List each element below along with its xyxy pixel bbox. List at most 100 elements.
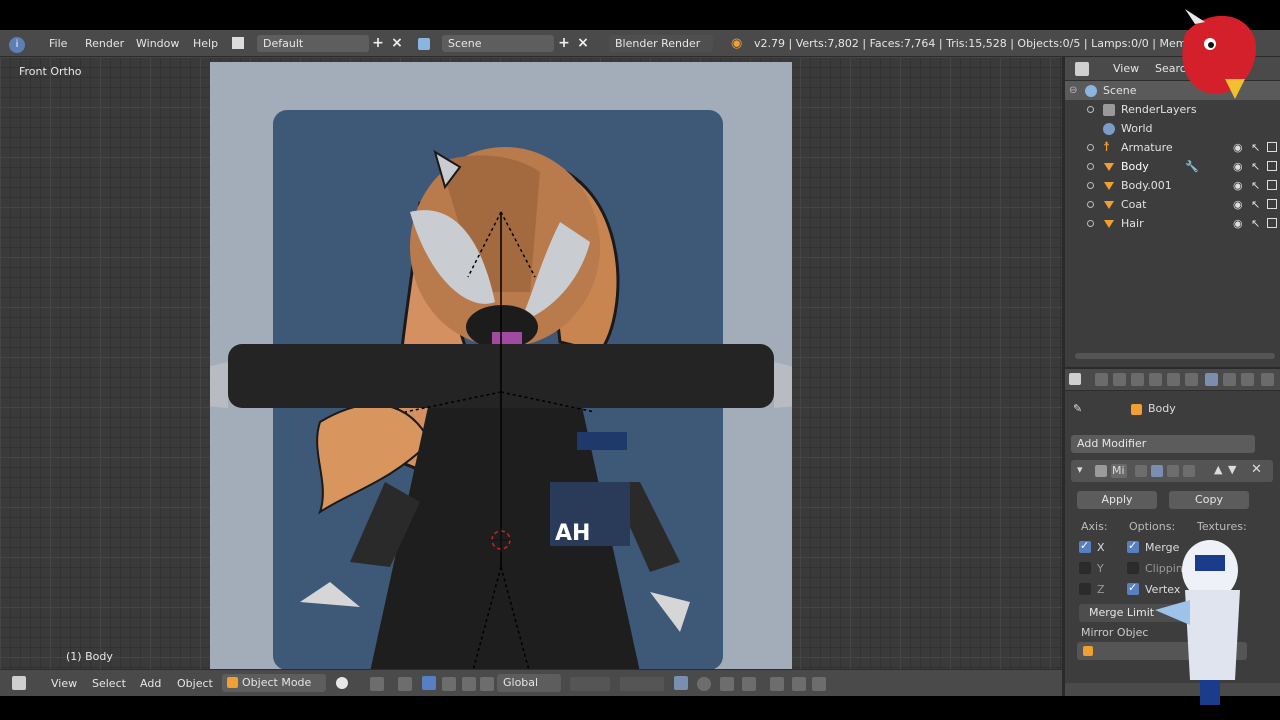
menu-add[interactable]: Add (140, 670, 161, 697)
render-icon[interactable] (1267, 161, 1277, 171)
visibility-eye-icon[interactable]: ◉ (1233, 176, 1243, 195)
outliner-item-coat[interactable]: Coat ◉ ↖ (1065, 195, 1280, 214)
layers-grid-icon[interactable] (570, 677, 610, 691)
transform-icon[interactable] (480, 677, 494, 691)
opengl-render-icon[interactable] (812, 677, 826, 691)
axis-z-checkbox[interactable] (1079, 583, 1091, 595)
close-layout-icon[interactable]: × (390, 36, 404, 50)
move-down-icon[interactable]: ▼ (1228, 463, 1236, 476)
orientation-select[interactable]: Global (497, 674, 561, 692)
expand-icon[interactable] (1087, 201, 1094, 208)
snap-icon[interactable] (720, 677, 734, 691)
modifiers-tab-icon[interactable] (1205, 373, 1218, 386)
apply-button[interactable]: Apply (1077, 491, 1157, 509)
outliner-item-hair[interactable]: Hair ◉ ↖ (1065, 214, 1280, 233)
outliner-label: Armature (1121, 141, 1173, 154)
render-still-icon[interactable] (770, 677, 784, 691)
scene-icon[interactable] (418, 38, 430, 50)
translate-icon[interactable] (422, 676, 436, 690)
collapse-icon[interactable]: ⊖ (1069, 81, 1077, 100)
scene-field[interactable]: Scene (442, 35, 554, 52)
render-icon[interactable] (1267, 218, 1277, 228)
render-icon[interactable] (1267, 199, 1277, 209)
outliner-item-body-001[interactable]: Body.001 ◉ ↖ (1065, 176, 1280, 195)
expand-icon[interactable] (1087, 163, 1094, 170)
proportional-edit-icon[interactable] (697, 677, 711, 691)
manipulator-icon[interactable] (398, 677, 412, 691)
remove-modifier-icon[interactable]: ✕ (1251, 462, 1262, 477)
outliner-editor-icon[interactable] (1075, 62, 1089, 76)
viewport-shading-icon[interactable] (336, 677, 348, 689)
screen-layout-field[interactable]: Default (257, 35, 369, 52)
expand-icon[interactable] (1087, 220, 1094, 227)
rotate-icon[interactable] (442, 677, 456, 691)
layers-tab-icon[interactable] (1113, 373, 1126, 386)
outliner-item-armature[interactable]: ☨ Armature ◉ ↖ (1065, 138, 1280, 157)
scene-tab-icon[interactable] (1131, 373, 1144, 386)
visibility-eye-icon[interactable]: ◉ (1233, 195, 1243, 214)
render-toggle-icon[interactable] (1167, 465, 1179, 477)
menu-render[interactable]: Render (85, 30, 124, 57)
screen-layout-icon[interactable] (232, 37, 244, 49)
world-tab-icon[interactable] (1149, 373, 1162, 386)
3d-viewport[interactable]: AH Front Ortho (1) Body (0, 57, 1062, 669)
edit-mode-toggle-icon[interactable] (1135, 465, 1147, 477)
visibility-eye-icon[interactable]: ◉ (1233, 214, 1243, 233)
viewport-toggle-icon[interactable] (1151, 465, 1163, 477)
render-icon[interactable] (1267, 180, 1277, 190)
texture-tab-icon[interactable] (1261, 373, 1274, 386)
info-editor-icon[interactable]: i (9, 30, 25, 57)
pivot-point-icon[interactable] (370, 677, 384, 691)
axis-y-checkbox[interactable] (1079, 562, 1091, 574)
outliner-view-menu[interactable]: View (1113, 57, 1139, 81)
copy-button[interactable]: Copy (1169, 491, 1249, 509)
render-icon[interactable] (1267, 142, 1277, 152)
cage-toggle-icon[interactable] (1183, 465, 1195, 477)
lock-camera-icon[interactable] (674, 676, 688, 690)
menu-object[interactable]: Object (177, 670, 213, 697)
move-up-icon[interactable]: ▲ (1214, 463, 1222, 476)
outliner-item-body[interactable]: Body 🔧 ◉ ↖ (1065, 157, 1280, 176)
scale-icon[interactable] (462, 677, 476, 691)
collapse-arrow-icon[interactable]: ▾ (1077, 463, 1083, 476)
modifier-name-field[interactable]: Mi (1111, 464, 1127, 478)
select-arrow-icon[interactable]: ↖ (1251, 157, 1260, 176)
add-modifier-select[interactable]: Add Modifier (1071, 435, 1255, 453)
render-tab-icon[interactable] (1095, 373, 1108, 386)
select-arrow-icon[interactable]: ↖ (1251, 138, 1260, 157)
select-arrow-icon[interactable]: ↖ (1251, 195, 1260, 214)
expand-icon[interactable] (1087, 106, 1094, 113)
select-arrow-icon[interactable]: ↖ (1251, 214, 1260, 233)
clipping-checkbox[interactable] (1127, 562, 1139, 574)
editor-type-icon[interactable] (12, 676, 26, 690)
material-tab-icon[interactable] (1241, 373, 1254, 386)
data-tab-icon[interactable] (1223, 373, 1236, 386)
menu-select[interactable]: Select (92, 670, 126, 697)
snap-target-icon[interactable] (742, 677, 756, 691)
object-tab-icon[interactable] (1167, 373, 1180, 386)
render-engine-select[interactable]: Blender Render (609, 35, 713, 52)
axis-z-label: Z (1097, 583, 1105, 596)
outliner-item-world[interactable]: World (1065, 119, 1280, 138)
menu-window[interactable]: Window (136, 30, 179, 57)
add-scene-icon[interactable]: + (557, 36, 571, 50)
render-anim-icon[interactable] (792, 677, 806, 691)
vertex-groups-checkbox[interactable] (1127, 581, 1139, 595)
visibility-eye-icon[interactable]: ◉ (1233, 138, 1243, 157)
properties-editor-icon[interactable] (1069, 373, 1081, 385)
visibility-eye-icon[interactable]: ◉ (1233, 157, 1243, 176)
select-arrow-icon[interactable]: ↖ (1251, 176, 1260, 195)
expand-icon[interactable] (1087, 144, 1094, 151)
expand-icon[interactable] (1087, 182, 1094, 189)
add-layout-icon[interactable]: + (371, 36, 385, 50)
menu-help[interactable]: Help (193, 30, 218, 57)
outliner-scrollbar[interactable] (1075, 353, 1275, 359)
layers-grid-2-icon[interactable] (620, 677, 664, 691)
close-scene-icon[interactable]: × (576, 36, 590, 50)
constraints-tab-icon[interactable] (1185, 373, 1198, 386)
menu-view[interactable]: View (51, 670, 77, 697)
merge-checkbox[interactable] (1127, 539, 1139, 553)
axis-x-checkbox[interactable] (1079, 539, 1091, 553)
pin-icon[interactable]: ✎ (1073, 402, 1082, 415)
menu-file[interactable]: File (49, 30, 67, 57)
